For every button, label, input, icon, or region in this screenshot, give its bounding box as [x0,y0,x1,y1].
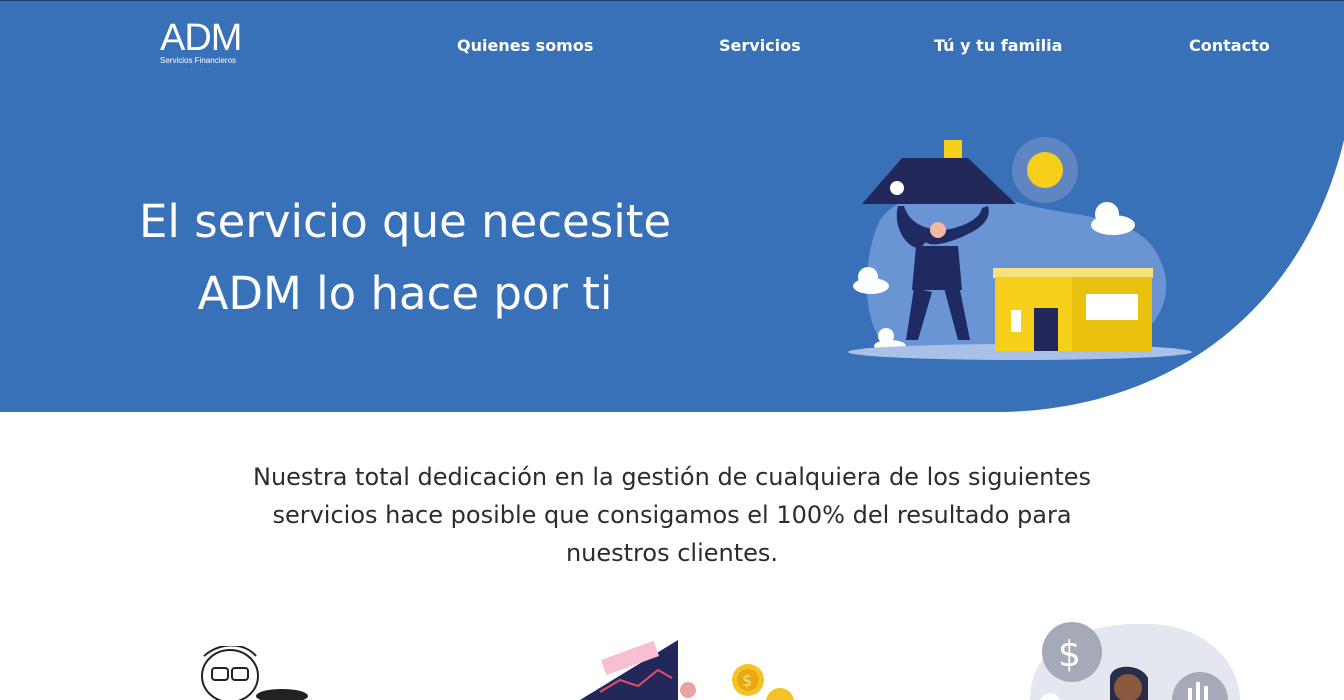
nav-link-tu-y-tu-familia[interactable]: Tú y tu familia [934,36,1062,55]
logo-mark: ADM [160,17,242,59]
intro-text: Nuestra total dedicación en la gestión d… [252,463,1091,567]
service-illustration-advisor: $ [1030,622,1240,700]
hero-title: El servicio que necesite ADM lo hace por… [90,186,720,330]
service-illustration-chart-coins: $ [580,640,794,700]
nav-link-contacto[interactable]: Contacto [1189,36,1270,55]
nav-link-servicios[interactable]: Servicios [719,36,801,55]
top-border [0,0,1344,1]
hero-title-line-1: El servicio que necesite [138,195,672,248]
svg-text:$: $ [742,671,752,690]
hero-house-illustration [848,137,1192,360]
service-illustration-woman [201,646,308,700]
nav-link-quienes-somos[interactable]: Quienes somos [457,36,593,55]
svg-text:$: $ [1058,634,1081,675]
site-logo[interactable]: ADM Servicios Financieros · · · · · · [158,17,248,72]
logo-subtitle: Servicios Financieros [160,56,237,65]
logo-dots: · · · · · · [186,67,211,72]
hero-title-line-2: ADM lo hace por ti [197,267,613,320]
